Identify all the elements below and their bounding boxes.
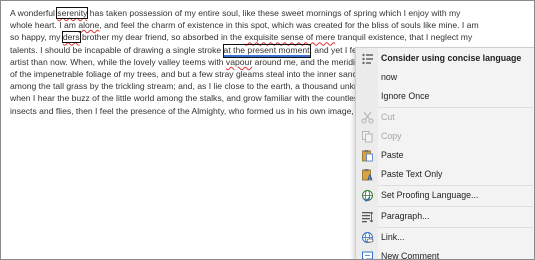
menu-item-now[interactable]: now: [356, 68, 534, 87]
menu-item-paste[interactable]: Paste: [356, 146, 534, 165]
text-run: brother my dear friend, so absorbed in t…: [79, 32, 245, 43]
copy-icon: [361, 130, 374, 143]
suggestion-icon: [361, 52, 374, 65]
paste-text-icon: A: [361, 168, 374, 183]
context-menu: Consider using concise language now Igno…: [355, 47, 534, 260]
menu-item-label: Paste: [381, 150, 404, 160]
flagged-phrase-exquisite[interactable]: exquisite sense of mere: [244, 32, 335, 42]
flagged-phrase-present-moment[interactable]: at the present moment: [222, 43, 311, 58]
flagged-word-serenity[interactable]: serenity: [56, 7, 89, 19]
text-run: A wonderful: [10, 8, 58, 18]
flagged-word-vapour[interactable]: vapour: [226, 57, 252, 67]
menu-item-label: Ignore Once: [381, 91, 430, 101]
menu-item-new-comment[interactable]: New Comment: [356, 247, 534, 260]
svg-text:A: A: [367, 174, 373, 182]
menu-item-label: Link...: [381, 232, 405, 242]
menu-item-cut[interactable]: Cut: [356, 108, 534, 127]
menu-item-copy[interactable]: Copy: [356, 127, 534, 146]
menu-item-paste-text-only[interactable]: A Paste Text Only: [356, 165, 534, 184]
menu-item-label: Paste Text Only: [381, 169, 443, 179]
flagged-word-alone[interactable]: alone: [78, 20, 99, 30]
language-icon: [361, 189, 374, 202]
scissors-icon: [361, 111, 374, 124]
paste-icon: [361, 149, 374, 162]
menu-item-set-proofing-language[interactable]: Set Proofing Language...: [356, 186, 534, 205]
paragraph-icon: [361, 210, 374, 223]
flagged-word-ders[interactable]: ders: [61, 31, 81, 44]
comment-icon: [361, 250, 374, 259]
menu-item-paragraph[interactable]: Paragraph...: [356, 207, 534, 226]
menu-item-ignore-once[interactable]: Ignore Once: [356, 87, 534, 106]
editor-window: A wonderful serenity has taken possessio…: [0, 0, 535, 260]
menu-item-label: Set Proofing Language...: [381, 190, 479, 200]
menu-item-label: now: [381, 72, 398, 82]
menu-item-label: New Comment: [381, 251, 440, 260]
link-icon: [361, 231, 374, 244]
menu-item-link[interactable]: Link...: [356, 228, 534, 247]
menu-item-label: Paragraph...: [381, 211, 430, 221]
menu-item-label: Cut: [381, 112, 395, 122]
menu-item-suggestion[interactable]: Consider using concise language: [356, 49, 534, 68]
menu-item-label: Consider using concise language: [381, 53, 522, 63]
menu-item-label: Copy: [381, 131, 402, 141]
